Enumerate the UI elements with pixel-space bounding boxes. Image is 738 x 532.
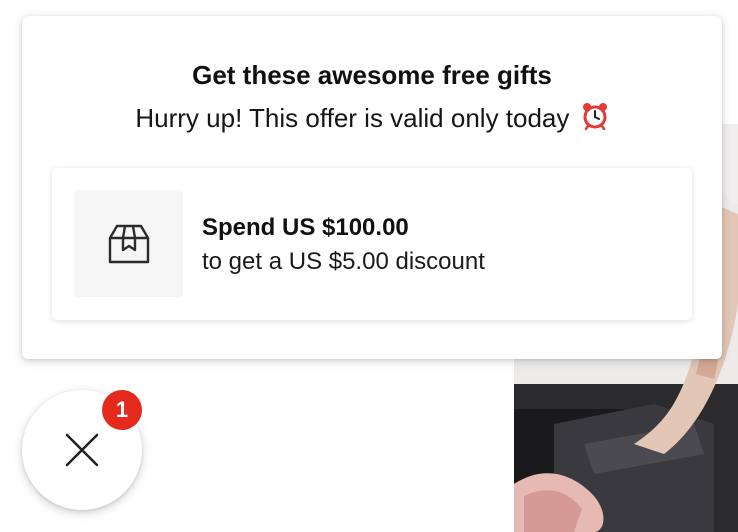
page: Get these awesome free gifts Hurry up! T… xyxy=(0,0,738,532)
offer-card[interactable]: Spend US $100.00 to get a US $5.00 disco… xyxy=(52,168,692,320)
popup-title: Get these awesome free gifts xyxy=(192,60,552,90)
notification-badge: 1 xyxy=(102,390,142,430)
offer-amount: Spend US $100.00 xyxy=(202,214,409,241)
gift-offer-popup: Get these awesome free gifts Hurry up! T… xyxy=(22,16,722,359)
offer-description: to get a US $5.00 discount xyxy=(202,248,485,275)
offer-thumbnail xyxy=(74,190,183,297)
popup-subtitle-row: Hurry up! This offer is valid only today xyxy=(22,102,722,137)
gift-box-icon xyxy=(108,224,150,264)
alarm-clock-icon xyxy=(581,102,609,137)
close-icon xyxy=(65,433,99,467)
popup-subtitle: Hurry up! This offer is valid only today xyxy=(135,103,570,133)
